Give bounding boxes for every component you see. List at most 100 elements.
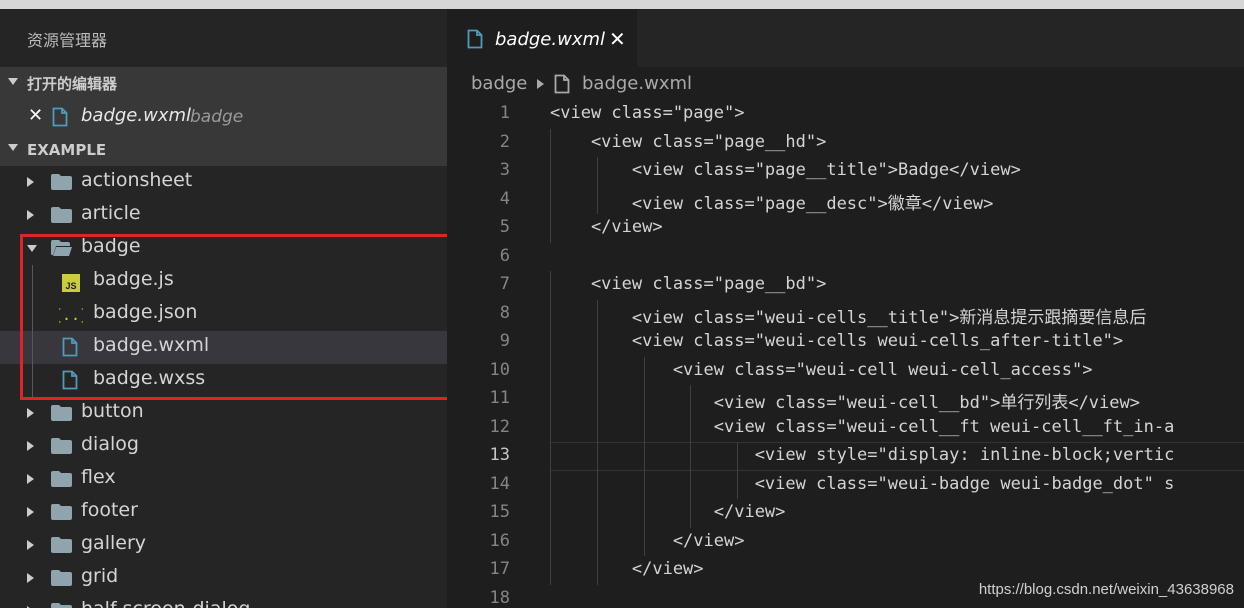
file-tree: actionsheet article badge JS badge.js {.…	[0, 166, 447, 608]
breadcrumb-folder[interactable]: badge	[471, 73, 527, 94]
breadcrumb-file[interactable]: badge.wxml	[582, 73, 692, 94]
line-number: 8	[499, 302, 510, 323]
chevron-right-icon	[27, 540, 34, 550]
code-text: <view style="display: inline-block;verti…	[550, 445, 1175, 465]
tab-badge-wxml[interactable]: badge.wxml ✕	[447, 9, 637, 67]
folder-icon	[51, 603, 72, 608]
line-number: 9	[499, 331, 510, 351]
tree-folder[interactable]: footer	[0, 496, 447, 529]
code-line[interactable]: 15 </view>	[447, 499, 1244, 528]
code-text: <view class="weui-cells__title">新消息提示跟摘要…	[550, 307, 1147, 328]
chevron-right-icon	[27, 573, 34, 583]
code-text: <view class="page">	[550, 103, 745, 123]
tree-folder[interactable]: badge	[0, 232, 447, 265]
tree-file-label: badge.js	[93, 268, 174, 290]
tree-folder-label: gallery	[81, 532, 147, 554]
line-number: 2	[499, 131, 510, 152]
code-text: <view class="page__hd">	[550, 131, 827, 152]
line-number: 4	[499, 188, 510, 209]
code-line[interactable]: 12 <view class="weui-cell__ft weui-cell_…	[447, 413, 1244, 442]
project-label: EXAMPLE	[27, 140, 107, 159]
chevron-right-icon	[27, 177, 34, 187]
folder-icon	[51, 207, 72, 223]
code-text: <view class="weui-cell__ft weui-cell__ft…	[550, 416, 1175, 437]
code-line[interactable]: 16 </view>	[447, 527, 1244, 556]
tree-folder-label: actionsheet	[81, 169, 193, 191]
tree-file-label: badge.wxml	[93, 334, 210, 356]
open-editors-header[interactable]: 打开的编辑器	[0, 67, 447, 100]
tree-folder[interactable]: dialog	[0, 430, 447, 463]
file-icon	[52, 107, 68, 127]
explorer-title: 资源管理器	[27, 31, 108, 50]
open-editor-item[interactable]: ✕ badge.wxml badge	[0, 100, 447, 133]
code-text: </view>	[550, 502, 786, 522]
tree-folder-label: button	[81, 400, 144, 422]
line-number: 18	[489, 587, 510, 608]
code-editor: badge.wxml ✕ badge badge.wxml 1 <view cla…	[447, 9, 1244, 608]
code-line[interactable]: 14 <view class="weui-badge weui-badge_do…	[447, 470, 1244, 499]
tree-folder[interactable]: half-screen-dialog	[0, 595, 447, 608]
line-number: 12	[489, 416, 510, 437]
tree-file[interactable]: JS badge.js	[0, 265, 447, 298]
code-line[interactable]: 3 <view class="page__title">Badge</view>	[447, 157, 1244, 186]
file-icon	[554, 74, 570, 94]
tree-file[interactable]: badge.wxss	[0, 364, 447, 397]
chevron-down-icon	[8, 78, 18, 85]
code-text: </view>	[550, 530, 745, 551]
project-header[interactable]: EXAMPLE	[0, 133, 447, 166]
chevron-right-icon	[27, 441, 34, 451]
code-line[interactable]: 9 <view class="weui-cells weui-cells_aft…	[447, 328, 1244, 357]
code-line[interactable]: 2 <view class="page__hd">	[447, 128, 1244, 157]
line-number: 17	[489, 559, 510, 579]
line-number: 7	[499, 274, 510, 294]
code-line[interactable]: 4 <view class="page__desc">徽章</view>	[447, 185, 1244, 214]
chevron-down-icon	[8, 144, 18, 151]
tree-file[interactable]: badge.wxml	[0, 331, 447, 364]
folder-icon	[51, 174, 72, 190]
explorer-sidebar: 资源管理器 打开的编辑器 ✕ badge.wxml badge EXAMPLE …	[0, 9, 447, 608]
folder-icon	[51, 537, 72, 553]
line-number: 14	[489, 473, 510, 494]
close-icon[interactable]: ✕	[28, 105, 43, 126]
tab-label: badge.wxml	[495, 29, 606, 50]
line-number: 6	[499, 245, 510, 266]
code-text: <view class="weui-cell weui-cell_access"…	[550, 359, 1093, 380]
line-number: 1	[499, 103, 510, 123]
code-line[interactable]: 8 <view class="weui-cells__title">新消息提示跟…	[447, 299, 1244, 328]
line-number: 13	[489, 445, 510, 465]
open-editor-file-dir: badge	[190, 107, 244, 127]
folder-icon	[51, 471, 72, 487]
folder-icon	[51, 570, 72, 586]
tree-file-label: badge.json	[93, 301, 198, 323]
tree-folder[interactable]: flex	[0, 463, 447, 496]
code-text: <view class="page__desc">徽章</view>	[550, 193, 994, 214]
tree-folder[interactable]: grid	[0, 562, 447, 595]
code-text: <view class="page__title">Badge</view>	[550, 160, 1021, 180]
folder-icon	[51, 504, 72, 520]
chevron-right-icon	[27, 210, 34, 220]
menu-bar	[0, 0, 1244, 9]
code-line[interactable]: 5 </view>	[447, 214, 1244, 243]
watermark: https://blog.csdn.net/weixin_43638968	[978, 581, 1234, 598]
tree-folder[interactable]: gallery	[0, 529, 447, 562]
folder-icon	[51, 438, 72, 454]
tree-folder-label: half-screen-dialog	[81, 598, 250, 608]
code-line[interactable]: 10 <view class="weui-cell weui-cell_acce…	[447, 356, 1244, 385]
file-icon	[62, 370, 78, 390]
folder-icon	[51, 405, 72, 421]
code-line[interactable]: 13 <view style="display: inline-block;ve…	[447, 442, 1244, 471]
code-line[interactable]: 7 <view class="page__bd">	[447, 271, 1244, 300]
code-area[interactable]: 1 <view class="page"> 2 <view class="page_…	[447, 100, 1244, 608]
tree-folder[interactable]: actionsheet	[0, 166, 447, 199]
code-line[interactable]: 1 <view class="page">	[447, 100, 1244, 129]
close-icon[interactable]: ✕	[609, 27, 626, 51]
svg-text:{..}: {..}	[59, 306, 83, 324]
code-line[interactable]: 11 <view class="weui-cell__bd">单行列表</vie…	[447, 385, 1244, 414]
chevron-right-icon	[27, 507, 34, 517]
tree-folder[interactable]: article	[0, 199, 447, 232]
line-number: 3	[499, 160, 510, 180]
tree-file[interactable]: {..} badge.json	[0, 298, 447, 331]
code-line[interactable]: 6	[447, 243, 1244, 272]
tree-folder[interactable]: button	[0, 397, 447, 430]
line-number: 16	[489, 530, 510, 551]
